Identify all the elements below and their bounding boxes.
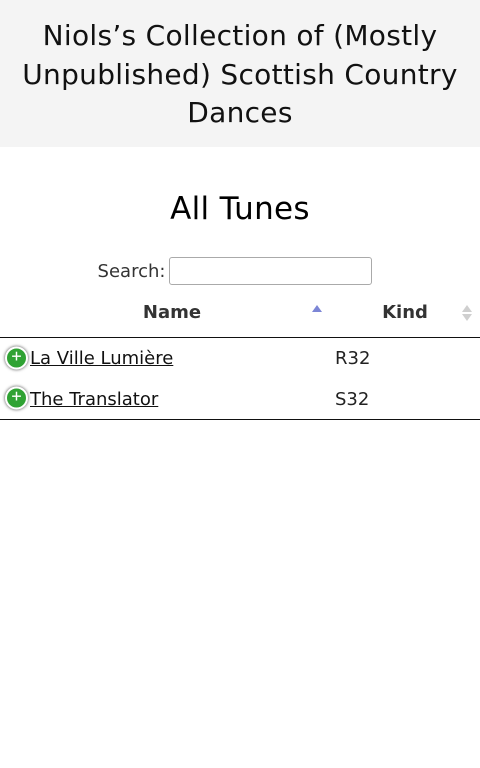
search-bar: Search: xyxy=(0,257,480,285)
column-header-name[interactable]: Name xyxy=(0,291,330,338)
tune-kind-cell: R32 xyxy=(335,348,371,370)
search-input[interactable] xyxy=(169,257,373,285)
page-heading: All Tunes xyxy=(170,191,310,227)
site-header: Niols’s Collection of (Mostly Unpublishe… xyxy=(0,0,480,147)
tune-link[interactable]: The Translator xyxy=(30,389,158,410)
search-label: Search: xyxy=(97,260,166,282)
column-header-name-label: Name xyxy=(142,302,202,324)
site-title: Niols’s Collection of (Mostly Unpublishe… xyxy=(22,19,458,129)
tunes-table: Name Kind + La Ville Lumière R32 + The T… xyxy=(0,291,480,420)
plus-circle-icon[interactable]: + xyxy=(5,386,28,410)
column-header-kind[interactable]: Kind xyxy=(330,291,480,338)
sort-ascending-icon xyxy=(312,303,322,323)
main-content: All Tunes Search: Name Kind + La Ville L… xyxy=(0,191,480,420)
tune-name-cell: + La Ville Lumière xyxy=(0,337,330,378)
tune-link[interactable]: La Ville Lumière xyxy=(30,348,173,369)
sort-both-icon xyxy=(462,303,472,323)
column-header-kind-label: Kind xyxy=(382,302,428,324)
tune-name-cell: + The Translator xyxy=(0,378,330,420)
tune-kind-cell: S32 xyxy=(330,378,480,420)
table-row: + The Translator S32 xyxy=(0,378,480,420)
table-header-row: Name Kind xyxy=(0,291,480,338)
plus-circle-icon[interactable]: + xyxy=(5,346,28,370)
table-row: + La Ville Lumière R32 xyxy=(0,337,480,378)
